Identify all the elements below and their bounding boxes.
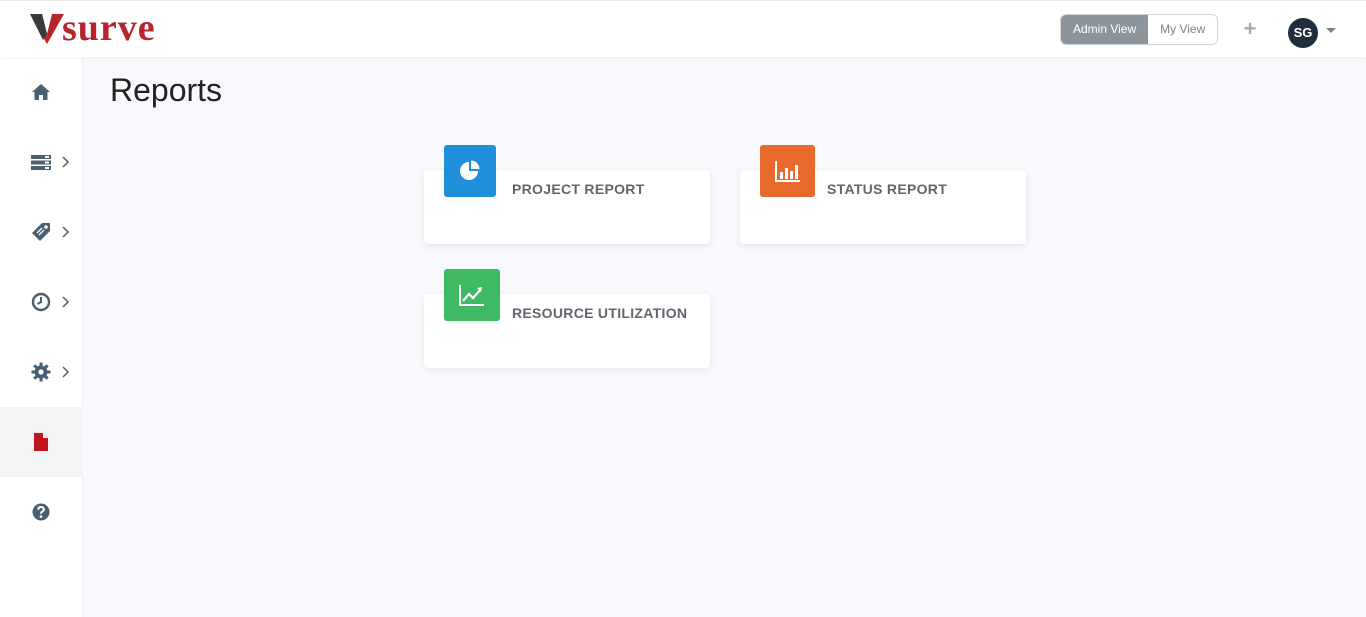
- gear-icon: [31, 362, 51, 382]
- file-icon: [34, 433, 48, 451]
- page-title: Reports: [110, 72, 223, 108]
- top-bar: surve Admin View My View + SG: [0, 0, 1366, 57]
- sidebar-item-tickets[interactable]: [0, 197, 83, 267]
- sidebar-item-home[interactable]: [0, 57, 83, 127]
- sidebar-item-list[interactable]: [0, 127, 83, 197]
- sidebar: [0, 57, 83, 617]
- avatar[interactable]: SG: [1288, 18, 1318, 48]
- sidebar-item-reports[interactable]: [0, 407, 83, 477]
- resource-utilization-card[interactable]: RESOURCE UTILIZATION: [424, 269, 710, 368]
- clock-icon: [31, 292, 51, 312]
- line-chart-icon: [459, 285, 484, 306]
- pie-chart-icon: [460, 160, 480, 180]
- status-report-label: STATUS REPORT: [827, 181, 948, 197]
- tag-icon: [32, 223, 50, 241]
- view-toggle: Admin View My View: [1060, 14, 1219, 45]
- status-report-card[interactable]: STATUS REPORT: [740, 145, 1026, 244]
- chevron-right-icon: [62, 296, 70, 308]
- add-button[interactable]: +: [1241, 18, 1259, 40]
- bar-chart-icon: [774, 161, 800, 182]
- chevron-right-icon: [62, 366, 70, 378]
- project-report-card[interactable]: PROJECT REPORT: [424, 145, 710, 244]
- list-icon: [31, 155, 51, 170]
- logo-v-icon: [30, 14, 64, 44]
- sidebar-item-time[interactable]: [0, 267, 83, 337]
- logo[interactable]: surve: [30, 9, 156, 47]
- resource-utilization-label: RESOURCE UTILIZATION: [512, 305, 688, 321]
- my-view-button[interactable]: My View: [1148, 15, 1218, 44]
- admin-view-button[interactable]: Admin View: [1061, 15, 1149, 44]
- chevron-right-icon: [62, 156, 70, 168]
- sidebar-item-help[interactable]: [0, 477, 83, 547]
- user-menu-caret-icon[interactable]: [1326, 28, 1336, 33]
- status-report-badge: [760, 145, 815, 197]
- chevron-right-icon: [62, 226, 70, 238]
- project-report-label: PROJECT REPORT: [512, 181, 645, 197]
- help-icon: [32, 503, 50, 521]
- project-report-badge: [444, 145, 496, 197]
- sidebar-item-settings[interactable]: [0, 337, 83, 407]
- home-icon: [32, 84, 50, 100]
- resource-utilization-badge: [444, 269, 500, 321]
- logo-text: surve: [62, 7, 156, 49]
